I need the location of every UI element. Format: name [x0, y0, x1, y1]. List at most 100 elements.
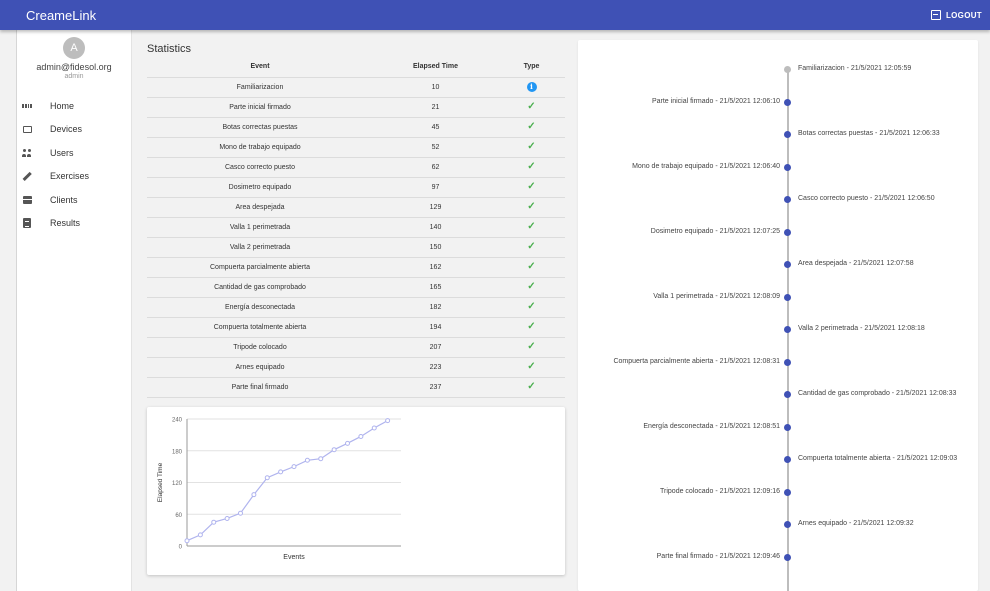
- table-row: Compuerta totalmente abierta 194 ✓: [147, 317, 565, 338]
- data-point: [358, 433, 364, 439]
- series-line: [186, 420, 388, 542]
- timeline-label: Arnes equipado - 21/5/2021 12:09:32: [798, 520, 914, 527]
- event-cell: Parte final firmado: [147, 377, 373, 398]
- elapsed-cell: 62: [373, 157, 498, 178]
- timeline-item: Familiarizacion - 21/5/2021 12:05:59: [578, 62, 978, 76]
- sidebar-item-label: Results: [50, 218, 81, 229]
- event-cell: Arnes equipado: [147, 357, 373, 378]
- check-icon: ✓: [527, 121, 536, 132]
- elapsed-cell: 129: [373, 197, 498, 218]
- event-cell: Familiarizacion: [147, 77, 373, 98]
- data-point: [224, 515, 230, 521]
- timeline-item: Tripode colocado - 21/5/2021 12:09:16: [578, 485, 978, 499]
- timeline-label: Energía desconectada - 21/5/2021 12:08:5…: [643, 422, 780, 430]
- y-tick-label: 60: [175, 513, 182, 519]
- elapsed-cell: 182: [373, 297, 498, 318]
- table-row: Cantidad de gas comprobado 165 ✓: [147, 277, 565, 298]
- event-cell: Compuerta totalmente abierta: [147, 317, 373, 338]
- timeline-dot: [784, 423, 791, 431]
- table-row: Tripode colocado 207 ✓: [147, 337, 565, 358]
- app-bar: CreameLink LOGOUT: [0, 0, 990, 30]
- logout-icon: [930, 10, 941, 20]
- sidebar-item-users[interactable]: Users: [17, 141, 131, 165]
- event-cell: Compuerta parcialmente abierta: [147, 257, 373, 278]
- timeline-dot: [784, 66, 791, 73]
- elapsed-cell: 223: [373, 357, 498, 378]
- elapsed-cell: 162: [373, 257, 498, 278]
- timeline-item: Valla 1 perimetrada - 21/5/2021 12:08:09: [578, 290, 978, 304]
- type-cell: ✓: [498, 237, 565, 258]
- event-cell: Valla 1 perimetrada: [147, 217, 373, 238]
- sidebar-item-label: Exercises: [50, 171, 90, 182]
- timeline-label: Parte final firmado - 21/5/2021 12:09:46: [656, 552, 780, 560]
- timeline-dot: [784, 163, 791, 171]
- elapsed-cell: 207: [373, 337, 498, 358]
- page-title: Statistics: [147, 43, 192, 55]
- timeline-label: Botas correctas puestas - 21/5/2021 12:0…: [798, 130, 940, 137]
- table-row: Mono de trabajo equipado 52 ✓: [147, 137, 565, 158]
- avatar[interactable]: A: [63, 37, 85, 59]
- timeline-item: Botas correctas puestas - 21/5/2021 12:0…: [578, 127, 978, 141]
- timeline-dot: [784, 131, 791, 138]
- sidebar-item-devices[interactable]: Devices: [17, 118, 131, 142]
- elapsed-cell: 237: [373, 377, 498, 398]
- timeline-label: Cantidad de gas comprobado - 21/5/2021 1…: [798, 390, 957, 397]
- logout-button[interactable]: LOGOUT: [930, 10, 982, 20]
- table-row: Casco correcto puesto 62 ✓: [147, 157, 565, 178]
- x-axis-label: Events: [283, 554, 305, 561]
- check-icon: ✓: [527, 381, 536, 392]
- type-cell: ✓: [498, 277, 565, 298]
- timeline-item: Compuerta parcialmente abierta - 21/5/20…: [578, 355, 978, 369]
- timeline-label: Tripode colocado - 21/5/2021 12:09:16: [660, 487, 780, 495]
- sidebar-item-label: Users: [50, 147, 74, 158]
- elapsed-cell: 194: [373, 317, 498, 338]
- type-cell: ✓: [498, 97, 565, 118]
- timeline-dot: [784, 98, 791, 106]
- elapsed-cell: 97: [373, 177, 498, 198]
- timeline-dot: [784, 261, 791, 268]
- table-row: Dosimetro equipado 97 ✓: [147, 177, 565, 198]
- event-cell: Mono de trabajo equipado: [147, 137, 373, 158]
- check-icon: ✓: [527, 361, 536, 372]
- type-cell: ✓: [498, 197, 565, 218]
- type-cell: ✓: [498, 357, 565, 378]
- data-point: [211, 519, 217, 525]
- sidebar-item-clients[interactable]: Clients: [17, 188, 131, 212]
- data-point: [264, 475, 270, 481]
- type-cell: ✓: [498, 317, 565, 338]
- timeline-label: Casco correcto puesto - 21/5/2021 12:06:…: [798, 195, 935, 202]
- data-point: [278, 469, 284, 475]
- timeline-item: Mono de trabajo equipado - 21/5/2021 12:…: [578, 160, 978, 174]
- table-row: Area despejada 129 ✓: [147, 197, 565, 218]
- type-cell: ✓: [498, 157, 565, 178]
- logout-label: LOGOUT: [945, 10, 982, 20]
- timeline-dot: [784, 456, 791, 463]
- pencil-icon: [22, 171, 32, 181]
- elapsed-cell: 52: [373, 137, 498, 158]
- event-cell: Botas correctas puestas: [147, 117, 373, 138]
- sidebar-item-results[interactable]: Results: [17, 212, 131, 236]
- sidebar-nav: Home Devices Users Exercises Clients Res…: [17, 94, 131, 235]
- data-point: [251, 492, 257, 498]
- check-icon: ✓: [527, 201, 536, 212]
- table-header-row: Event Elapsed Time Type: [147, 57, 565, 78]
- app-title: CreameLink: [26, 7, 97, 23]
- timeline-dot: [784, 553, 791, 561]
- check-icon: ✓: [527, 161, 536, 172]
- table-row: Valla 2 perimetrada 150 ✓: [147, 237, 565, 258]
- timeline-label: Familiarizacion - 21/5/2021 12:05:59: [798, 65, 912, 72]
- elapsed-cell: 45: [373, 117, 498, 138]
- timeline-item: Arnes equipado - 21/5/2021 12:09:32: [578, 517, 978, 531]
- table-row: Parte final firmado 237 ✓: [147, 377, 565, 398]
- sidebar-item-home[interactable]: Home: [17, 94, 131, 118]
- timeline-label: Compuerta totalmente abierta - 21/5/2021…: [798, 455, 958, 462]
- timeline-dot: [784, 196, 791, 203]
- timeline-dot: [784, 293, 791, 301]
- timeline-item: Parte inicial firmado - 21/5/2021 12:06:…: [578, 95, 978, 109]
- sidebar-item-exercises[interactable]: Exercises: [17, 165, 131, 189]
- event-cell: Tripode colocado: [147, 337, 373, 358]
- event-cell: Casco correcto puesto: [147, 157, 373, 178]
- data-point: [184, 538, 190, 544]
- timeline-label: Parte inicial firmado - 21/5/2021 12:06:…: [651, 97, 780, 105]
- timeline-item: Cantidad de gas comprobado - 21/5/2021 1…: [578, 387, 978, 401]
